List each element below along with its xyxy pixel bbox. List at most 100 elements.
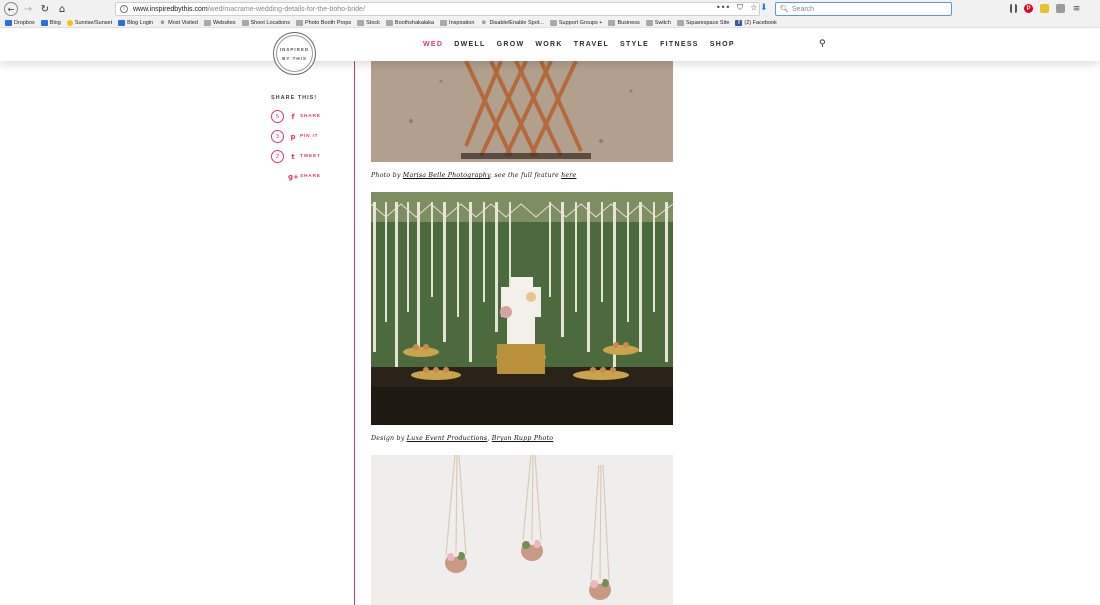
pocket-icon[interactable]: ⛉ — [737, 3, 743, 13]
gear-icon: ⚙ — [160, 19, 165, 26]
bookmark-item[interactable]: Sunrise/Sunset — [66, 19, 113, 26]
share-title: SHARE THIS! — [271, 95, 318, 101]
caption-design-credit: Design by Luxe Event Productions, Bryan … — [371, 435, 554, 442]
google-plus-icon[interactable]: g+ — [288, 173, 299, 181]
home-icon[interactable]: ⌂ — [55, 2, 69, 16]
dropbox-icon — [118, 19, 126, 26]
forward-arrow-icon[interactable]: → — [21, 2, 35, 16]
share-count: 5 — [271, 110, 284, 123]
hamburger-menu-icon[interactable]: ≡ — [1072, 4, 1081, 14]
share-count: 2 — [271, 150, 284, 163]
bookmark-item[interactable]: Blog — [40, 19, 61, 26]
site-logo[interactable]: INSPIRED BY THIS — [273, 32, 316, 75]
bookmark-item[interactable]: Shoot Locations — [241, 19, 290, 26]
dropbox-icon — [40, 19, 48, 26]
bookmark-star-icon[interactable]: ☆ — [750, 3, 757, 13]
bookmark-item[interactable]: Photo Booth Props — [295, 19, 352, 26]
search-placeholder: Search — [791, 5, 815, 13]
dropbox-icon — [5, 19, 12, 26]
bookmark-label: Inspiration — [449, 19, 475, 26]
bookmark-item[interactable]: Switch — [645, 19, 671, 26]
photo-dessert-table — [371, 192, 673, 425]
share-label[interactable]: SHARE — [300, 174, 321, 179]
site-search-icon[interactable]: ⚲ — [819, 39, 826, 49]
nav-item-fitness[interactable]: FITNESS — [660, 41, 699, 48]
share-row[interactable]: 5 f SHARE — [271, 110, 321, 123]
photo-macrame-plant-hangers — [371, 455, 673, 605]
share-row[interactable]: g+ SHARE — [271, 170, 321, 183]
bookmark-label: Business — [617, 19, 640, 26]
bookmark-label: Photo Booth Props — [304, 19, 352, 26]
facebook-icon[interactable]: f — [288, 113, 298, 121]
reload-icon[interactable]: ↻ — [38, 2, 52, 16]
share-label[interactable]: PIN IT — [300, 134, 318, 139]
share-label[interactable]: TWEET — [300, 154, 321, 159]
folder-icon — [645, 19, 653, 26]
extension-yellow-icon[interactable] — [1040, 4, 1049, 13]
library-icon[interactable] — [1010, 4, 1017, 13]
share-row[interactable]: 2 t TWEET — [271, 150, 321, 163]
bookmark-item[interactable]: Dropbox — [5, 19, 35, 26]
bookmark-label: Boothshakalaka — [394, 19, 435, 26]
share-count: 3 — [271, 130, 284, 143]
bookmark-label: Support Groups + — [558, 19, 603, 26]
bookmark-item[interactable]: ⚙ Disable/Enable Spot... — [480, 19, 544, 26]
bookmark-item[interactable]: Business — [608, 19, 640, 26]
facebook-icon: f — [735, 19, 743, 26]
pinterest-extension-icon[interactable]: P — [1024, 4, 1033, 13]
share-label[interactable]: SHARE — [300, 114, 321, 119]
pinterest-icon[interactable]: p — [288, 133, 298, 141]
bookmark-label: Websites — [212, 19, 236, 26]
photographer-link[interactable]: Marisa Belle Photography — [403, 172, 490, 179]
photo-macrame-stand — [371, 61, 673, 162]
nav-item-travel[interactable]: TRAVEL — [574, 41, 609, 48]
url-domain: www.inspiredbythis.com — [133, 5, 208, 13]
bookmark-label: Switch — [654, 19, 671, 26]
logo-text-bottom: BY THIS — [282, 55, 307, 61]
share-panel: SHARE THIS! 5 f SHARE 3 p PIN IT 2 t TWEET g+ SHAR… — [271, 95, 321, 190]
nav-item-wed[interactable]: WED — [423, 41, 443, 48]
designer-link[interactable]: Luxe Event Productions — [407, 435, 488, 442]
folder-icon — [203, 19, 211, 26]
bookmark-item[interactable]: Stock — [357, 19, 380, 26]
bookmark-label: Dropbox — [14, 19, 35, 26]
nav-item-shop[interactable]: SHOP — [710, 41, 735, 48]
folder-icon — [385, 19, 393, 26]
bookmark-label: Sunrise/Sunset — [74, 19, 113, 26]
share-count — [271, 170, 284, 183]
twitter-icon[interactable]: t — [288, 153, 298, 161]
bookmark-item[interactable]: Websites — [203, 19, 236, 26]
bookmark-item[interactable]: ⚙ Most Visited — [159, 20, 198, 26]
bookmark-item[interactable]: Squarespace Site — [676, 19, 730, 26]
url-bar[interactable]: i www.inspiredbythis.com/wed/macrame-wed… — [115, 2, 760, 16]
search-bar[interactable]: 🔍︎ Search — [775, 2, 952, 16]
caption-photo-credit: Photo by Marisa Belle Photography, see t… — [371, 172, 577, 179]
extension-icons: P ≡ — [1010, 4, 1081, 14]
bookmark-item[interactable]: f (2) Facebook — [735, 19, 777, 26]
url-actions: ••• ⛉ ☆ — [716, 3, 757, 13]
folder-icon — [440, 19, 448, 26]
bookmark-item[interactable]: Inspiration — [440, 19, 475, 26]
bookmark-item[interactable]: Support Groups + — [549, 19, 603, 26]
folder-icon — [676, 19, 684, 26]
extension-grey-icon[interactable] — [1056, 4, 1065, 13]
gear-icon: ⚙ — [481, 19, 487, 26]
bookmark-label: Squarespace Site — [685, 19, 730, 26]
back-arrow-icon[interactable]: ← — [4, 2, 18, 16]
bookmarks-bar: Dropbox Blog Sunrise/Sunset Blog Login ⚙ Most… — [0, 18, 1100, 28]
download-icon[interactable]: ⬇ — [760, 3, 768, 13]
nav-item-style[interactable]: STYLE — [620, 41, 649, 48]
bookmark-item[interactable]: Blog Login — [118, 19, 153, 26]
bookmark-item[interactable]: Boothshakalaka — [385, 19, 435, 26]
share-row[interactable]: 3 p PIN IT — [271, 130, 321, 143]
nav-item-grow[interactable]: GROW — [497, 41, 525, 48]
photographer2-link[interactable]: Bryan Rupp Photo — [492, 435, 553, 442]
url-path: /wed/macrame-wedding-details-for-the-boh… — [207, 5, 365, 13]
page-info-icon[interactable]: i — [120, 5, 128, 13]
page-actions-icon[interactable]: ••• — [716, 3, 730, 13]
full-feature-link[interactable]: here — [561, 172, 576, 179]
nav-item-dwell[interactable]: DWELL — [454, 41, 485, 48]
nav-item-work[interactable]: WORK — [535, 41, 562, 48]
browser-toolbar: ← → ↻ ⌂ i www.inspiredbythis.com/wed/mac… — [0, 0, 1100, 18]
bookmark-label: Stock — [366, 19, 380, 26]
